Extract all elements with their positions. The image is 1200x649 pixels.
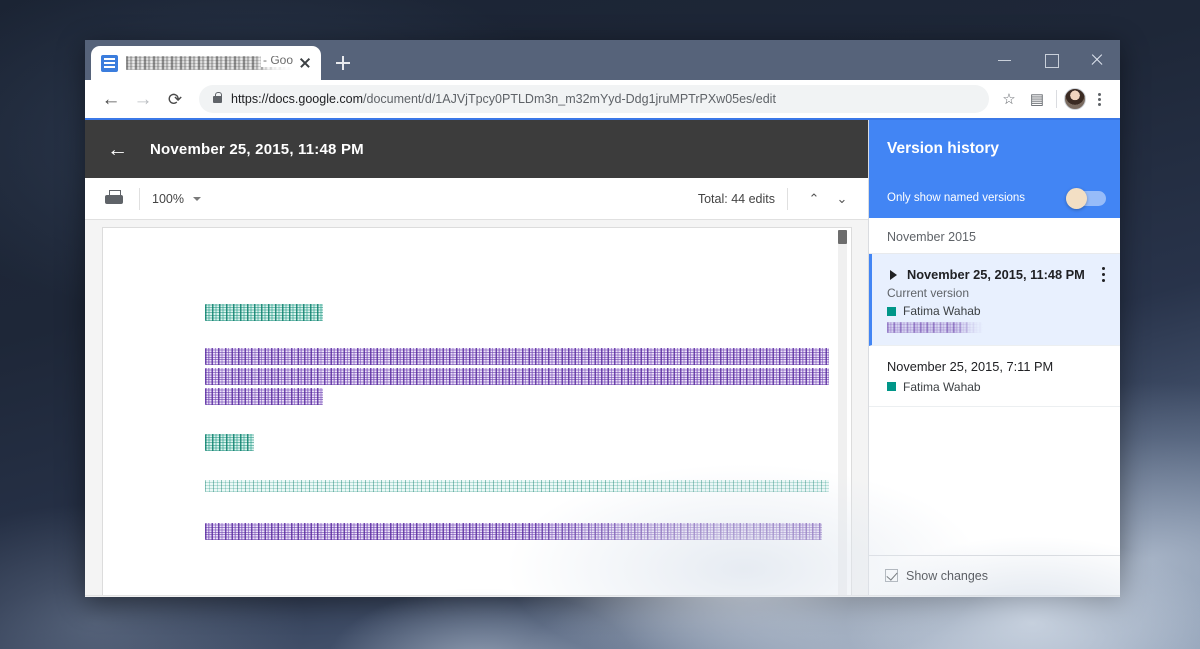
lock-icon bbox=[213, 91, 222, 103]
expand-triangle-icon[interactable] bbox=[890, 270, 897, 280]
total-edits-label: Total: 44 edits bbox=[697, 191, 775, 206]
version-date: November 25, 2015, 11:48 PM bbox=[907, 267, 1085, 282]
browser-window: - Goo ← → ⟳ https://docs.google.com /doc… bbox=[85, 40, 1120, 597]
author-color-swatch bbox=[887, 306, 896, 316]
browser-tab[interactable]: - Goo bbox=[91, 46, 321, 80]
bookmark-star-icon[interactable]: ☆ bbox=[995, 85, 1023, 113]
toggle-knob bbox=[1066, 187, 1087, 209]
doc-line bbox=[204, 368, 829, 385]
version-author-row: Fatima Wahab bbox=[887, 380, 1108, 394]
forward-icon[interactable]: → bbox=[127, 83, 159, 115]
browser-titlebar: - Goo bbox=[85, 40, 1120, 80]
doc-line-ink bbox=[204, 434, 255, 451]
reload-icon[interactable]: ⟳ bbox=[159, 83, 191, 115]
back-arrow-glyph: ← bbox=[101, 88, 121, 110]
back-icon[interactable]: ← bbox=[95, 83, 127, 115]
doc-line-spacer bbox=[205, 454, 829, 480]
desktop-wallpaper: - Goo ← → ⟳ https://docs.google.com /doc… bbox=[0, 0, 1200, 649]
kebab-dot bbox=[1098, 98, 1101, 101]
window-controls bbox=[982, 40, 1120, 80]
kebab-dot bbox=[1098, 103, 1101, 106]
tab-title-suffix: - Goo bbox=[260, 56, 293, 67]
forward-arrow-glyph: → bbox=[133, 88, 153, 110]
url-host: https://docs.google.com bbox=[231, 92, 364, 106]
kebab-dot bbox=[1102, 279, 1106, 283]
doc-line bbox=[204, 523, 823, 540]
scrollbar-thumb[interactable] bbox=[837, 230, 847, 244]
profile-avatar[interactable] bbox=[1064, 88, 1086, 110]
version-named-label-redacted bbox=[887, 322, 983, 334]
version-options-icon[interactable] bbox=[1094, 265, 1112, 285]
page-content: ← November 25, 2015, 11:48 PM 100% Total… bbox=[85, 120, 1120, 595]
show-changes-row[interactable]: Show changes bbox=[869, 555, 1120, 595]
kebab-dot bbox=[1098, 93, 1101, 96]
kebab-dot bbox=[1102, 267, 1106, 271]
doc-line bbox=[204, 434, 255, 451]
version-subtitle: Current version bbox=[887, 286, 970, 301]
toolbar-divider bbox=[139, 187, 140, 210]
toolbar-divider bbox=[1056, 90, 1057, 108]
doc-line-ink bbox=[204, 304, 324, 321]
back-to-doc-icon[interactable]: ← bbox=[107, 139, 128, 160]
version-view-title: November 25, 2015, 11:48 PM bbox=[150, 140, 364, 158]
version-history-title: Version history bbox=[869, 120, 1120, 178]
zoom-level[interactable]: 100% bbox=[152, 192, 184, 206]
show-changes-label: Show changes bbox=[906, 568, 989, 583]
version-list-item[interactable]: November 25, 2015, 7:11 PM Fatima Wahab bbox=[869, 346, 1120, 407]
next-edit-icon[interactable]: ⌄ bbox=[828, 185, 856, 213]
kebab-dot bbox=[1102, 273, 1106, 277]
version-history-panel: Version history Only show named versions… bbox=[868, 120, 1120, 595]
print-icon[interactable] bbox=[101, 186, 127, 212]
maximize-button[interactable] bbox=[1028, 40, 1074, 80]
document-vertical-scrollbar[interactable] bbox=[837, 230, 847, 595]
chevron-down-icon[interactable] bbox=[192, 196, 201, 201]
document-toolbar: 100% Total: 44 edits ⌃ ⌄ bbox=[85, 178, 868, 220]
version-month-group: November 2015 bbox=[869, 218, 1120, 254]
doc-line-ink bbox=[204, 523, 823, 540]
doc-line-ink bbox=[204, 388, 324, 405]
named-versions-toggle[interactable] bbox=[1066, 187, 1106, 209]
show-changes-checkbox[interactable] bbox=[885, 569, 898, 582]
doc-line-ink bbox=[204, 480, 829, 492]
named-versions-toggle-row: Only show named versions bbox=[869, 178, 1120, 218]
doc-line bbox=[204, 348, 829, 365]
url-path: /document/d/1AJVjTpcy0PTLDm3n_m32mYyd-Dd… bbox=[363, 92, 776, 106]
doc-line-spacer bbox=[205, 324, 829, 348]
doc-line-spacer bbox=[205, 495, 829, 523]
close-tab-icon[interactable] bbox=[297, 55, 313, 71]
doc-line-ink bbox=[204, 368, 829, 385]
document-page bbox=[102, 228, 851, 595]
doc-line bbox=[204, 480, 829, 492]
version-list-item-current[interactable]: November 25, 2015, 11:48 PM Current vers… bbox=[869, 254, 1120, 347]
new-tab-button[interactable] bbox=[329, 49, 357, 77]
doc-line-spacer bbox=[205, 408, 829, 434]
chrome-menu-icon[interactable] bbox=[1088, 88, 1110, 110]
google-docs-icon bbox=[101, 54, 118, 72]
address-bar[interactable]: https://docs.google.com/document/d/1AJVj… bbox=[199, 85, 989, 113]
document-pane: ← November 25, 2015, 11:48 PM 100% Total… bbox=[85, 120, 868, 595]
version-view-header: ← November 25, 2015, 11:48 PM bbox=[85, 120, 868, 178]
version-author-name: Fatima Wahab bbox=[903, 379, 981, 394]
version-author-row: Fatima Wahab bbox=[887, 304, 1108, 318]
toolbar-divider bbox=[787, 187, 788, 210]
browser-toolbar: ← → ⟳ https://docs.google.com/document/d… bbox=[85, 80, 1120, 120]
extension-icon[interactable]: ▤ bbox=[1023, 85, 1051, 113]
previous-edit-icon[interactable]: ⌃ bbox=[800, 185, 828, 213]
minimize-button[interactable] bbox=[982, 40, 1028, 80]
author-color-swatch bbox=[887, 382, 896, 392]
window-horizontal-scrollbar[interactable] bbox=[85, 595, 1120, 597]
version-date: November 25, 2015, 7:11 PM bbox=[887, 359, 1054, 375]
document-toolbar-right: Total: 44 edits ⌃ ⌄ bbox=[698, 185, 868, 213]
tab-title: - Goo bbox=[126, 56, 293, 70]
document-viewport[interactable] bbox=[85, 220, 868, 595]
close-window-button[interactable] bbox=[1074, 40, 1120, 80]
named-versions-label: Only show named versions bbox=[887, 192, 1026, 204]
doc-line-ink bbox=[204, 348, 829, 365]
reload-glyph: ⟳ bbox=[167, 89, 183, 109]
doc-line bbox=[204, 304, 324, 321]
version-list: November 25, 2015, 11:48 PM Current vers… bbox=[869, 254, 1120, 555]
doc-line bbox=[204, 388, 324, 405]
version-author-name: Fatima Wahab bbox=[903, 304, 981, 319]
document-text-redacted bbox=[204, 304, 829, 543]
